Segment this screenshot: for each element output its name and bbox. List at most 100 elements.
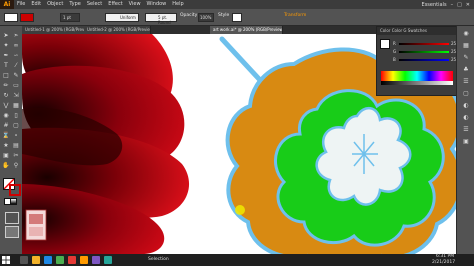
library-thumbnail[interactable] — [25, 209, 47, 241]
red-gradient-flower[interactable] — [22, 34, 190, 254]
swatches-panel-icon[interactable]: ▦ — [462, 42, 470, 50]
b-label: B — [393, 57, 396, 62]
appearance-panel-icon[interactable]: ◐ — [462, 114, 470, 122]
transparency-panel-icon[interactable]: ◐ — [462, 102, 470, 110]
menu-edit[interactable]: Edit — [28, 0, 44, 9]
app-icon-red[interactable] — [68, 256, 76, 264]
color-spectrum[interactable] — [381, 71, 453, 81]
magic-wand-icon[interactable]: ✦ — [2, 42, 10, 50]
stroke-width-field[interactable]: 1 pt — [60, 13, 80, 22]
tab-untitled-1[interactable]: Untitled-1 @ 200% (RGB/Preview) — [22, 26, 89, 34]
menu-help[interactable]: Help — [169, 0, 186, 9]
close-icon[interactable]: ✕ — [466, 2, 470, 8]
stroke-color-icon[interactable] — [9, 184, 21, 196]
rotate-tool-icon[interactable]: ↻ — [2, 92, 10, 100]
tab-art-work[interactable]: art work.ai* @ 200% (RGB/Preview) — [210, 26, 283, 34]
menu-view[interactable]: View — [126, 0, 144, 9]
menu-type[interactable]: Type — [66, 0, 83, 9]
panel-fill-swatch[interactable] — [380, 39, 390, 49]
graphic-style-swatch[interactable] — [232, 13, 242, 22]
selection-tool-icon[interactable]: ➤ — [2, 32, 10, 40]
rectangle-tool-icon[interactable]: □ — [2, 72, 10, 80]
stroke-swatch[interactable] — [20, 13, 34, 22]
slice-tool-icon[interactable]: ✂ — [12, 152, 20, 160]
clock-date: 2/21/2017 — [432, 260, 456, 265]
r-slider[interactable] — [399, 43, 449, 45]
opacity-field[interactable]: 100% — [198, 13, 214, 22]
store-icon[interactable] — [56, 256, 64, 264]
artboard-tool-icon[interactable]: ▣ — [2, 152, 10, 160]
layers-panel-icon[interactable]: ☰ — [462, 126, 470, 134]
line-tool-icon[interactable]: ⁄ — [12, 62, 20, 70]
color-panel-icon[interactable]: ◉ — [462, 30, 470, 38]
tools-panel: ➤ ➣ ✦ ∞ ✒ ∽ T ⁄ □ ✎ ✏ ▭ ↻ ⇲ ⋁ ▦ ◉ ▯ # ▢ … — [0, 26, 23, 254]
workspace-switcher[interactable]: Essentials — [422, 2, 447, 8]
paintbrush-icon[interactable]: ✎ — [12, 72, 20, 80]
type-tool-icon[interactable]: T — [2, 62, 10, 70]
transform-link[interactable]: Transform — [284, 13, 306, 18]
app-icon-teal[interactable] — [104, 256, 112, 264]
graph-tool-icon[interactable]: ▤ — [12, 142, 20, 150]
gradient-panel-icon[interactable]: ▢ — [462, 90, 470, 98]
width-tool-icon[interactable]: ⋁ — [2, 102, 10, 110]
perspective-grid-icon[interactable]: ▯ — [12, 112, 20, 120]
pen-tool-icon[interactable]: ✒ — [2, 52, 10, 60]
draw-mode-icon[interactable] — [5, 212, 19, 224]
illustrator-taskbar-icon[interactable] — [80, 256, 88, 264]
edge-browser-icon[interactable] — [44, 256, 52, 264]
zoom-tool-icon[interactable]: ⚲ — [12, 162, 20, 170]
hand-tool-icon[interactable]: ✋ — [2, 162, 10, 170]
right-panel-dock: ◉ ▦ ✎ ♣ ☰ ▢ ◐ ◐ ☰ ▣ — [456, 26, 474, 254]
menu-bar: Ai File Edit Object Type Select Effect V… — [0, 0, 474, 9]
maximize-icon[interactable]: □ — [457, 2, 462, 8]
gradient-tool-icon[interactable]: ▢ — [12, 122, 20, 130]
pencil-icon[interactable]: ✏ — [2, 82, 10, 90]
lasso-icon[interactable]: ∞ — [12, 42, 20, 50]
symbol-sprayer-icon[interactable]: ★ — [2, 142, 10, 150]
windows-start-icon[interactable] — [2, 256, 10, 264]
grayscale-ramp[interactable] — [381, 81, 453, 85]
menu-select[interactable]: Select — [84, 0, 105, 9]
symbols-panel-icon[interactable]: ♣ — [462, 66, 470, 74]
g-label: G — [393, 49, 397, 54]
style-label[interactable]: Style — [218, 13, 229, 18]
b-slider[interactable] — [399, 59, 449, 61]
r-label: R — [393, 41, 396, 46]
brushes-panel-icon[interactable]: ✎ — [462, 54, 470, 62]
fill-swatch[interactable] — [4, 13, 18, 22]
variable-width-profile[interactable]: Uniform — [105, 13, 139, 22]
scale-tool-icon[interactable]: ⇲ — [12, 92, 20, 100]
taskbar: Selection 6:31 PM 2/21/2017 — [0, 254, 474, 266]
file-explorer-icon[interactable] — [32, 256, 40, 264]
search-taskbar-icon[interactable] — [20, 256, 28, 264]
eyedropper-icon[interactable]: ⌛ — [2, 132, 10, 140]
cursor-highlight — [235, 205, 245, 215]
curvature-tool-icon[interactable]: ∽ — [12, 52, 20, 60]
clock-time: 6:31 PM — [436, 254, 455, 259]
shape-builder-icon[interactable]: ◉ — [2, 112, 10, 120]
app-icon-purple[interactable] — [92, 256, 100, 264]
color-panel: Color Color G Swatches R 255 G 255 B 255 — [376, 26, 459, 96]
app-logo: Ai — [0, 0, 14, 9]
menu-effect[interactable]: Effect — [105, 0, 125, 9]
minimize-icon[interactable]: – — [451, 2, 454, 8]
menu-window[interactable]: Window — [144, 0, 170, 9]
free-transform-icon[interactable]: ▦ — [12, 102, 20, 110]
direct-selection-tool-icon[interactable]: ➣ — [12, 32, 20, 40]
color-panel-tabs[interactable]: Color Color G Swatches — [377, 27, 457, 35]
menu-file[interactable]: File — [14, 0, 28, 9]
control-bar: 1 pt Uniform 5 pt. Round Opacity 100% St… — [0, 9, 474, 26]
menu-object[interactable]: Object — [44, 0, 66, 9]
eraser-icon[interactable]: ▭ — [12, 82, 20, 90]
gradient-mode-icon[interactable] — [10, 198, 17, 205]
stroke-panel-icon[interactable]: ☰ — [462, 78, 470, 86]
selection-status: Selection — [148, 257, 169, 262]
blend-tool-icon[interactable]: ∘ — [12, 132, 20, 140]
opacity-label[interactable]: Opacity — [180, 13, 197, 18]
mesh-tool-icon[interactable]: # — [2, 122, 10, 130]
g-slider[interactable] — [399, 51, 449, 53]
tab-untitled-2[interactable]: Untitled-2 @ 200% (RGB/Preview) — [84, 26, 151, 34]
screen-mode-icon[interactable] — [5, 226, 19, 238]
brush-definition[interactable]: 5 pt. Round — [145, 13, 177, 25]
artboards-panel-icon[interactable]: ▣ — [462, 138, 470, 146]
